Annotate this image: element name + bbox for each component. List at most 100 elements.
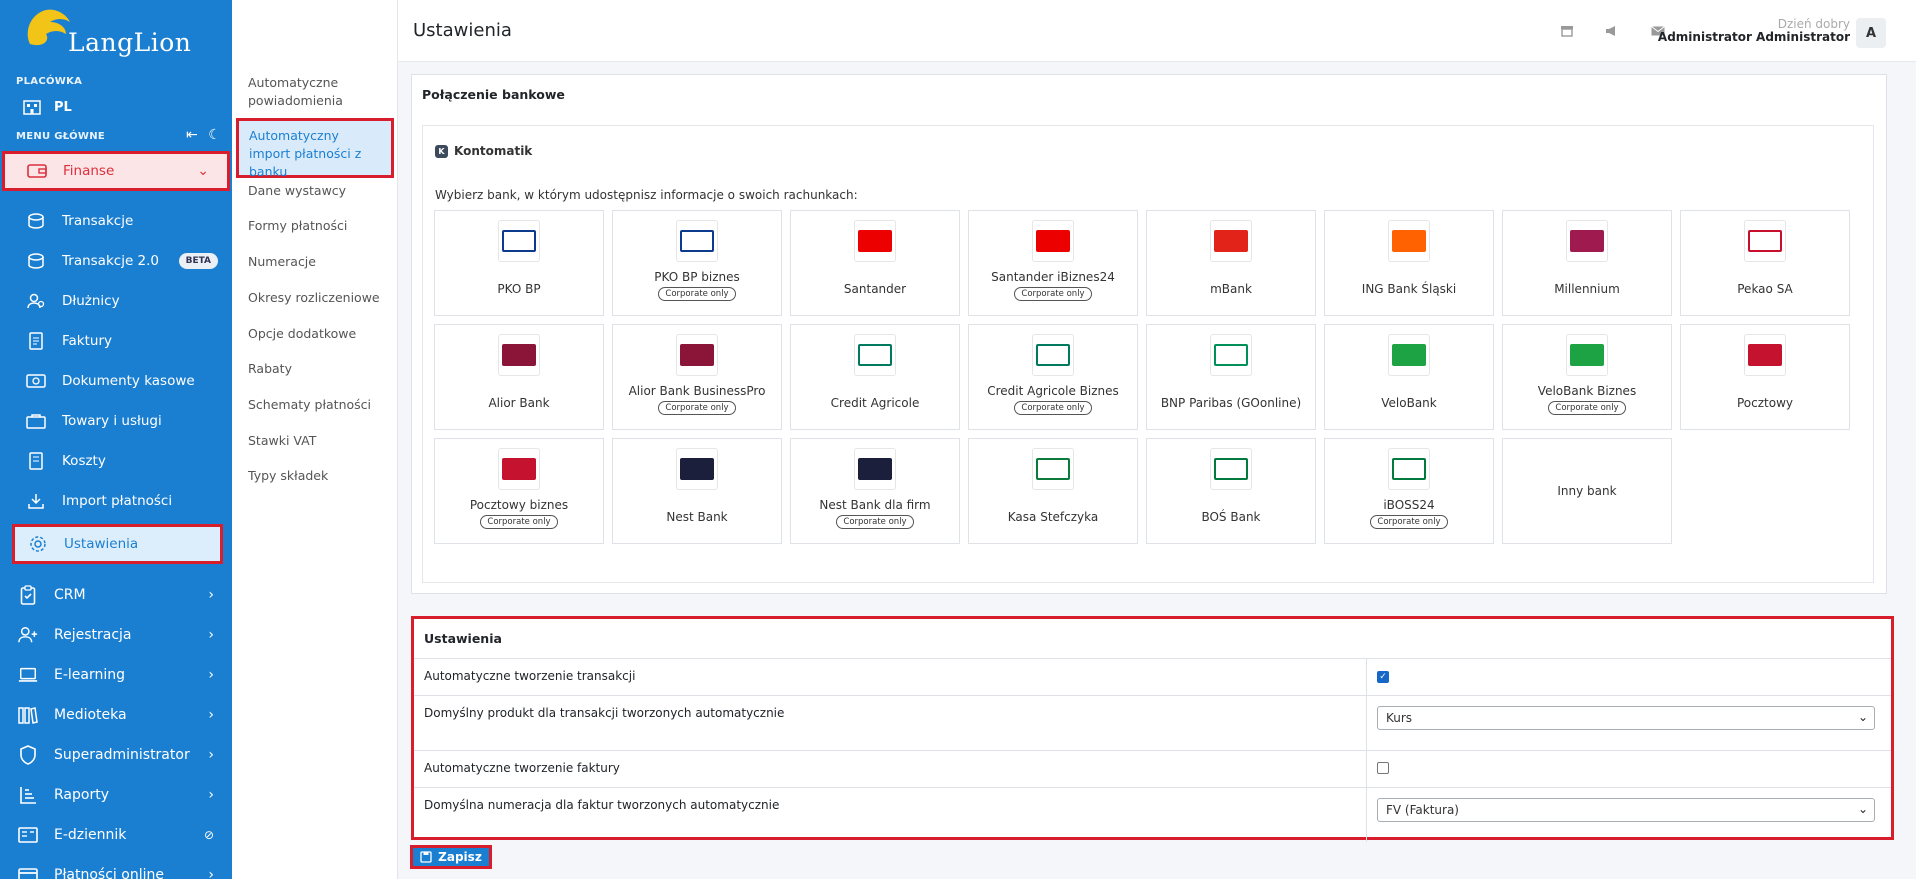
sidebar-item-label: Faktury (62, 333, 113, 349)
submenu-item[interactable]: Rabaty (248, 360, 388, 378)
bank-name: iBOSS24 (1383, 498, 1435, 512)
auto-transaction-checkbox[interactable]: ✓ (1377, 671, 1389, 683)
sidebar-item-label: Koszty (62, 453, 106, 469)
bank-option[interactable]: Inny bank (1502, 438, 1672, 544)
bank-logo-mark (1392, 344, 1426, 366)
bank-option[interactable]: Pekao SA (1680, 210, 1850, 316)
sidebar-item-label: Transakcje (62, 213, 134, 229)
bank-option[interactable]: ING Bank Śląski (1324, 210, 1494, 316)
sidebar-item-koszty[interactable]: Koszty (0, 441, 232, 481)
bank-option[interactable]: iBOSS24 Corporate only (1324, 438, 1494, 544)
bank-option[interactable]: Alior Bank (434, 324, 604, 430)
submenu-item[interactable]: Schematy płatności (248, 396, 388, 414)
bank-option[interactable]: VeloBank Biznes Corporate only (1502, 324, 1672, 430)
sidebar-item-import-platnosci[interactable]: Import płatności (0, 481, 232, 521)
bank-name: Credit Agricole (830, 396, 920, 410)
bank-logo-mark (1748, 230, 1782, 252)
submenu-item[interactable]: Numeracje (248, 253, 388, 271)
corporate-only-badge: Corporate only (1014, 287, 1092, 301)
sidebar-item-platnosci-online[interactable]: Płatności online › (0, 855, 232, 879)
submenu-item[interactable]: Stawki VAT (248, 432, 388, 450)
submenu-item[interactable]: Typy składek (248, 467, 388, 485)
bank-name: Pocztowy biznes (469, 498, 569, 512)
chevron-right-icon: › (208, 707, 214, 723)
sidebar-item-finanse[interactable]: Finanse ⌄ (2, 151, 230, 191)
bank-option[interactable]: Credit Agricole (790, 324, 960, 430)
auto-invoice-checkbox[interactable] (1377, 762, 1389, 774)
bank-option[interactable]: VeloBank (1324, 324, 1494, 430)
bank-logo-icon (1566, 220, 1608, 262)
bank-option[interactable]: BNP Paribas (GOonline) (1146, 324, 1316, 430)
chevron-right-icon: › (208, 867, 214, 879)
bank-option[interactable]: Pocztowy (1680, 324, 1850, 430)
bank-logo-mark (1036, 344, 1070, 366)
sidebar-item-ustawienia[interactable]: Ustawienia (12, 524, 223, 564)
dark-mode-icon[interactable]: ☾ (208, 127, 221, 143)
bank-option[interactable]: Santander iBiznes24 Corporate only (968, 210, 1138, 316)
archive-icon[interactable] (1558, 22, 1576, 40)
settings-row-label: Automatyczne tworzenie transakcji (414, 659, 1367, 695)
bank-logo-icon (676, 334, 718, 376)
submenu-item[interactable]: Formy płatności (248, 217, 388, 235)
bank-option[interactable]: Kasa Stefczyka (968, 438, 1138, 544)
sidebar-item-label: Import płatności (62, 493, 173, 509)
default-numbering-select[interactable]: FV (Faktura) ⌄ (1377, 798, 1875, 822)
user-greeting: Dzień dobry Administrator Administrator (1658, 18, 1850, 44)
sidebar-item-dluznicy[interactable]: Dłużnicy (0, 281, 232, 321)
bank-name: BNP Paribas (GOonline) (1160, 396, 1302, 410)
chevron-right-icon: › (208, 627, 214, 643)
card-icon (18, 865, 38, 879)
app-logo[interactable]: LangLion (20, 4, 191, 60)
default-product-select[interactable]: Kurs ⌄ (1377, 706, 1875, 730)
submenu-item-active[interactable]: Automatyczny import płatności z banku (236, 118, 394, 179)
transactions-icon (26, 211, 46, 231)
bank-option[interactable]: PKO BP (434, 210, 604, 316)
bank-option[interactable]: Credit Agricole Biznes Corporate only (968, 324, 1138, 430)
sidebar-item-medioteka[interactable]: Medioteka › (0, 695, 232, 735)
sidebar-item-transakcje-2[interactable]: Transakcje 2.0 BETA (0, 241, 232, 281)
bank-name: Millennium (1554, 282, 1620, 296)
sidebar-item-label: Transakcje 2.0 (62, 253, 160, 269)
bank-logo-mark (502, 230, 536, 252)
sidebar-item-rejestracja[interactable]: Rejestracja › (0, 615, 232, 655)
sidebar-item-crm[interactable]: CRM › (0, 575, 232, 615)
sidebar-item-label: Dłużnicy (62, 293, 120, 309)
save-icon (420, 851, 432, 863)
bank-name: Alior Bank BusinessPro (628, 384, 766, 398)
sidebar-item-towary-i-uslugi[interactable]: Towary i usługi (0, 401, 232, 441)
building-icon (23, 100, 41, 115)
sidebar-item-raporty[interactable]: Raporty › (0, 775, 232, 815)
submenu-item[interactable]: Okresy rozliczeniowe (248, 289, 388, 307)
collapse-sidebar-icon[interactable]: ⇤ (186, 127, 198, 143)
save-button[interactable]: Zapisz (410, 845, 492, 869)
beta-badge: BETA (178, 253, 218, 269)
branch-selector[interactable]: PL (22, 98, 72, 116)
bank-option[interactable]: Nest Bank dla firm Corporate only (790, 438, 960, 544)
sidebar-item-superadministrator[interactable]: Superadministrator › (0, 735, 232, 775)
sidebar-item-dokumenty-kasowe[interactable]: Dokumenty kasowe (0, 361, 232, 401)
submenu-item[interactable]: Automatyczne powiadomienia (248, 74, 388, 110)
bank-logo-icon (498, 220, 540, 262)
sidebar-item-e-learning[interactable]: E-learning › (0, 655, 232, 695)
cash-icon (26, 371, 46, 391)
settings-row: Automatyczne tworzenie transakcji ✓ (414, 658, 1891, 695)
bank-option[interactable]: Pocztowy biznes Corporate only (434, 438, 604, 544)
sidebar-item-label: Medioteka (54, 707, 127, 723)
submenu-item[interactable]: Dane wystawcy (248, 182, 388, 200)
sidebar-item-e-dziennik[interactable]: E-dziennik ⊘ (0, 815, 232, 855)
bank-option[interactable]: Santander (790, 210, 960, 316)
bank-logo-mark (858, 230, 892, 252)
bank-logo-mark (858, 344, 892, 366)
bank-option[interactable]: BOŚ Bank (1146, 438, 1316, 544)
avatar[interactable]: A (1856, 18, 1886, 48)
bank-option[interactable]: Alior Bank BusinessPro Corporate only (612, 324, 782, 430)
submenu-item[interactable]: Opcje dodatkowe (248, 325, 388, 343)
bank-option[interactable]: Nest Bank (612, 438, 782, 544)
megaphone-icon[interactable] (1603, 22, 1621, 40)
bank-option[interactable]: Millennium (1502, 210, 1672, 316)
transactions-icon (26, 251, 46, 271)
sidebar-item-transakcje[interactable]: Transakcje (0, 201, 232, 241)
bank-option[interactable]: mBank (1146, 210, 1316, 316)
bank-option[interactable]: PKO BP biznes Corporate only (612, 210, 782, 316)
sidebar-item-faktury[interactable]: Faktury (0, 321, 232, 361)
